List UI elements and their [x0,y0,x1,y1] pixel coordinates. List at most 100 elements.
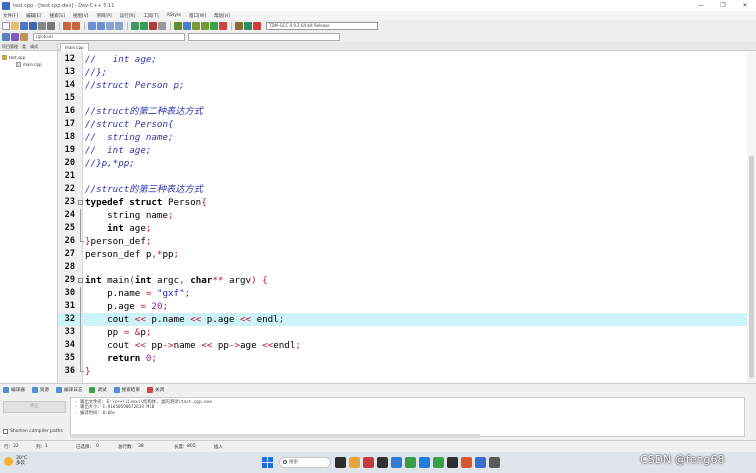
save-all-icon[interactable] [29,21,37,30]
code-line[interactable]: 35 return 0; [58,352,747,365]
app-icon-red[interactable] [363,457,374,468]
code-line[interactable]: 19 // int age; [58,144,747,157]
profile-icon[interactable] [235,21,243,30]
code-line[interactable]: 16 //struct的第二种表达方式 [58,105,747,118]
code-line[interactable]: 20 //}p,*pp; [58,157,747,170]
compiler-select[interactable]: TDM-GCC 4.9.2 64-bit Release [266,21,378,30]
tab-resources[interactable]: 资源 [31,386,49,393]
menu-search[interactable]: 搜索[S] [49,13,64,19]
menu-view[interactable]: 视图[V] [73,13,89,19]
new-file-icon[interactable] [2,21,10,30]
code-line[interactable]: 26}person_def; [58,235,747,248]
app-icon-black[interactable] [447,457,458,468]
tab-debug-output[interactable]: 调试 [89,386,107,393]
app-icon-dark[interactable] [377,457,388,468]
code-line[interactable]: 34 cout << pp->name << pp->age <<endl; [58,339,747,352]
toggle-breakpoint-icon[interactable] [253,21,261,30]
compile-icon[interactable] [174,21,182,30]
tab-project[interactable]: 项目管理 [0,42,20,50]
code-line[interactable]: 22 //struct的第三种表达方式 [58,183,747,196]
code-line[interactable]: 18 // string name; [58,131,747,144]
project-options-icon[interactable] [158,21,166,30]
code-editor[interactable]: 12// int age; 13//}; 14//struct Person p; 1… [58,51,756,383]
code-line[interactable]: 15 [58,92,747,105]
tab-close[interactable]: 关闭 [146,386,164,393]
remove-from-project-icon[interactable] [149,21,157,30]
new-project-icon[interactable] [131,21,139,30]
replace-icon[interactable] [97,21,105,30]
code-line[interactable]: 31 p.age = 20; [58,300,747,313]
code-line[interactable]: 36} [58,365,747,378]
scrollbar-thumb[interactable] [749,156,754,378]
code-line[interactable]: 30 p.name = "gxf"; [58,287,747,300]
fold-toggle-icon[interactable]: − [78,278,83,283]
stop-execution-icon[interactable] [219,21,227,30]
app-icon-green[interactable] [405,457,416,468]
tab-compile-log[interactable]: 编译日志 [56,386,82,393]
run-icon[interactable] [183,21,191,30]
start-button[interactable] [262,457,273,468]
tab-compiler[interactable]: 编译器 [3,386,25,393]
menu-edit[interactable]: 编辑[E] [26,13,41,19]
scope-select[interactable]: (globals) [33,32,185,41]
tab-search-results[interactable]: 搜索结果 [113,386,140,393]
code-line[interactable]: 14 //struct Person p; [58,79,747,92]
toggle-bookmark-icon[interactable] [11,32,19,41]
task-view-icon[interactable] [335,457,346,468]
shorten-paths-checkbox[interactable] [3,429,8,434]
code-line[interactable]: 28 [58,261,747,274]
maximize-button[interactable]: ❐ [712,0,734,11]
syntax-check-icon[interactable] [210,21,218,30]
menu-file[interactable]: 文件[F] [3,13,18,19]
goto-bookmark-icon[interactable] [20,32,28,41]
menu-astyle[interactable]: AStyle [167,13,181,18]
code-line[interactable]: 24 string name; [58,209,747,222]
find-next-icon[interactable] [106,21,114,30]
vertical-scrollbar[interactable] [747,51,756,383]
fold-toggle-icon[interactable]: − [78,200,83,205]
edge-browser-icon[interactable] [419,457,430,468]
undo-icon[interactable] [63,21,71,30]
weather-widget[interactable]: 30°C 多云 [4,456,27,466]
tab-main-cpp[interactable]: main.cpp [60,43,89,51]
project-node[interactable]: test.cpp [2,54,55,61]
log-horizontal-scrollbar[interactable] [70,434,480,438]
code-line[interactable]: 25 int age; [58,222,747,235]
app-icon-gray[interactable] [489,457,500,468]
compile-run-icon[interactable] [192,21,200,30]
menu-project[interactable]: 项目[P] [96,13,111,19]
wechat-icon[interactable] [433,457,444,468]
add-to-project-icon[interactable] [140,21,148,30]
print-icon[interactable] [47,21,55,30]
code-line[interactable]: 13 //}; [58,66,747,79]
minimize-button[interactable]: — [690,0,712,11]
close-button[interactable]: ✕ [734,0,756,11]
code-line-current[interactable]: 32 cout << p.name << p.age << endl; [58,313,747,326]
code-line[interactable]: 23− typedef struct Person{ [58,196,747,209]
code-line[interactable]: 21 [58,170,747,183]
code-line[interactable]: 12 // int age; [58,53,747,66]
shorten-paths-option[interactable]: Shorten compiler paths [3,429,63,434]
goto-line-icon[interactable] [115,21,123,30]
close-file-icon[interactable] [38,21,46,30]
open-folder-icon[interactable] [11,21,19,30]
code-line[interactable]: 27 person_def p,*pp; [58,248,747,261]
tab-classes[interactable]: 类 [20,42,28,50]
app-icon-orange[interactable] [461,457,472,468]
save-icon[interactable] [20,21,28,30]
rebuild-all-icon[interactable] [201,21,209,30]
file-explorer-icon[interactable] [349,457,360,468]
menu-help[interactable]: 帮助[H] [214,13,230,19]
menu-run[interactable]: 运行[R] [120,13,136,19]
insert-icon[interactable] [2,32,10,41]
menu-tools[interactable]: 工具[T] [143,13,158,19]
code-line[interactable]: 33 pp = &p; [58,326,747,339]
file-node[interactable]: main.cpp [2,61,55,68]
find-icon[interactable] [88,21,96,30]
abort-compilation-button[interactable]: 终止 [3,401,66,413]
redo-icon[interactable] [72,21,80,30]
taskbar-search[interactable]: 搜索 [279,457,331,468]
menu-window[interactable]: 窗口[W] [189,13,206,19]
app-icon-blue[interactable] [391,457,402,468]
function-select[interactable] [188,32,340,41]
